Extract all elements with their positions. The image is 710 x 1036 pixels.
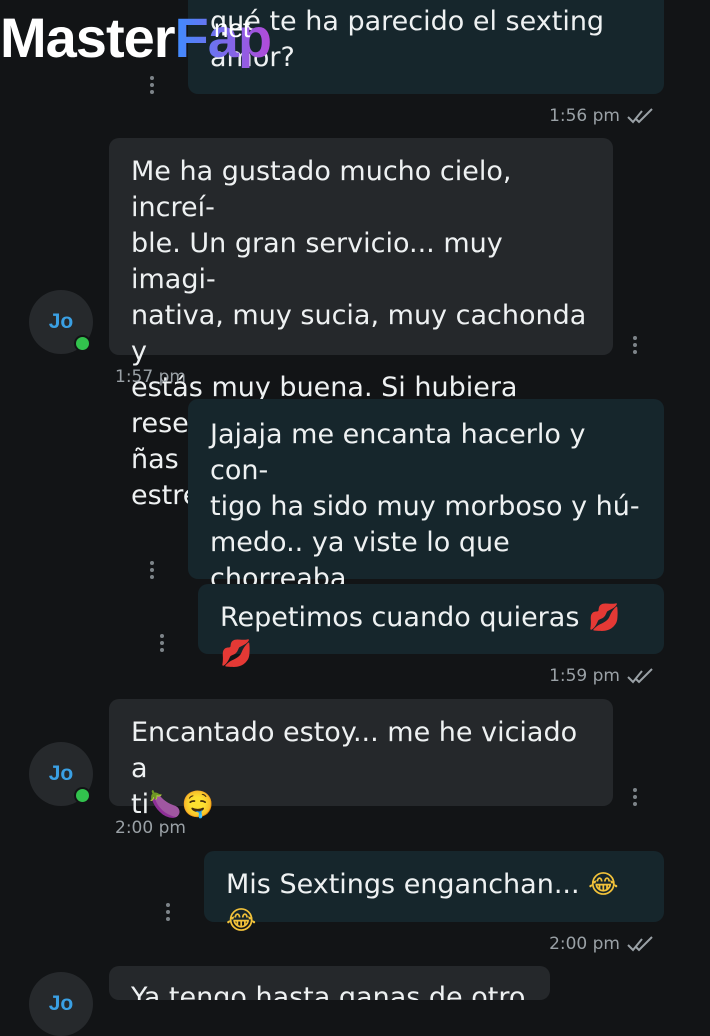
message-time: 1:59 pm <box>549 666 658 686</box>
time-text: 1:56 pm <box>549 106 620 126</box>
message-time: 2:00 pm <box>115 818 186 838</box>
message-menu-icon[interactable] <box>632 336 638 354</box>
online-status-indicator <box>74 335 91 352</box>
watermark-master: Master <box>0 6 176 69</box>
message-text: Encantado estoy... me he viciado a ti🍆🤤 <box>131 715 591 823</box>
avatar-initials: Jo <box>48 762 74 785</box>
message-text: qué te ha parecido el sexting amor? <box>210 6 605 73</box>
message-time: 1:56 pm <box>549 106 658 126</box>
time-text: 1:57 pm <box>115 367 186 387</box>
online-status-indicator <box>74 787 91 804</box>
watermark-logo: Master Fap net <box>0 6 272 69</box>
message-menu-icon[interactable] <box>165 903 171 921</box>
avatar[interactable]: Jo <box>29 742 93 806</box>
message-menu-icon[interactable] <box>159 634 165 652</box>
watermark-net: net <box>214 13 251 43</box>
time-text: 2:00 pm <box>115 818 186 838</box>
double-check-icon <box>627 936 653 952</box>
time-text: 1:59 pm <box>549 666 620 686</box>
double-check-icon <box>627 108 653 124</box>
time-text: 2:00 pm <box>549 934 620 954</box>
message-text-body: Mis Sextings enganchan... <box>226 869 580 900</box>
message-text: Mis Sextings enganchan... 😂😂 <box>226 867 642 939</box>
message-time: 1:57 pm <box>115 367 186 387</box>
message-text: Repetimos cuando quieras 💋💋 <box>220 600 642 672</box>
message-menu-icon[interactable] <box>149 561 155 579</box>
outgoing-message[interactable]: Repetimos cuando quieras 💋💋 <box>198 584 664 669</box>
avatar[interactable]: Jo <box>29 972 93 1036</box>
avatar-initials: Jo <box>48 992 74 1015</box>
outgoing-message[interactable]: Jajaja me encanta hacerlo y con- tigo ha… <box>188 399 664 630</box>
eggplant-drool-emoji: 🍆🤤 <box>149 790 214 820</box>
message-menu-icon[interactable] <box>632 788 638 806</box>
message-text: Ya tengo hasta ganas de otro <box>131 982 526 1000</box>
message-text-body: Repetimos cuando quieras <box>220 602 580 633</box>
incoming-message[interactable]: Ya tengo hasta ganas de otro <box>109 966 550 1000</box>
outgoing-message[interactable]: Mis Sextings enganchan... 😂😂 <box>204 851 664 936</box>
incoming-message[interactable]: Me ha gustado mucho cielo, increí- ble. … <box>109 138 613 511</box>
avatar-initials: Jo <box>48 310 74 333</box>
double-check-icon <box>627 668 653 684</box>
message-menu-icon[interactable] <box>149 76 155 94</box>
avatar[interactable]: Jo <box>29 290 93 354</box>
message-time: 2:00 pm <box>549 934 658 954</box>
incoming-message[interactable]: Encantado estoy... me he viciado a ti🍆🤤 <box>109 699 613 820</box>
